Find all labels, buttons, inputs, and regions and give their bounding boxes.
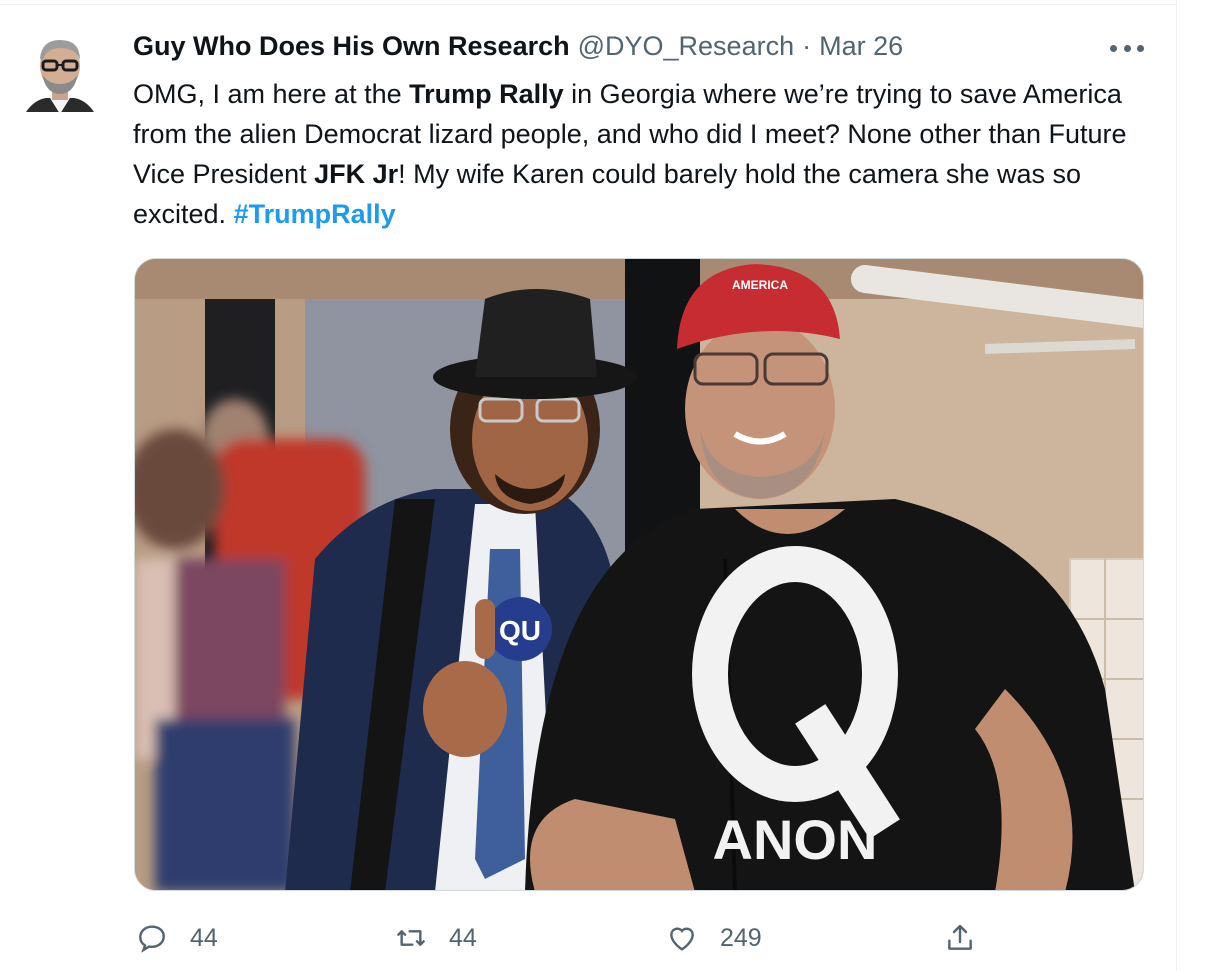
- tweet[interactable]: Guy Who Does His Own Research @DYO_Resea…: [0, 0, 1176, 971]
- cap-text: AMERICA: [732, 278, 788, 292]
- retweet-button[interactable]: 44: [395, 914, 477, 962]
- like-button[interactable]: 249: [666, 914, 762, 962]
- retweet-icon: [397, 930, 425, 946]
- header-separator: ·: [802, 31, 812, 61]
- reply-icon: [139, 925, 165, 953]
- text-part-1: OMG, I am here at the: [133, 79, 410, 109]
- author-name[interactable]: Guy Who Does His Own Research: [133, 31, 570, 62]
- tweet-actions: 44 44 249: [0, 914, 1176, 962]
- timeline-right-border: [1176, 0, 1177, 971]
- avatar[interactable]: [24, 28, 96, 124]
- reply-button[interactable]: 44: [136, 914, 218, 962]
- like-icon: [670, 927, 694, 951]
- like-count: 249: [720, 923, 762, 952]
- share-icon: [948, 924, 972, 950]
- text-bold-trump-rally: Trump Rally: [409, 79, 564, 109]
- tweet-photo[interactable]: QU ANON AMERICA: [134, 258, 1144, 891]
- reply-count: 44: [190, 923, 218, 952]
- tweet-date[interactable]: Mar 26: [819, 31, 903, 62]
- campaign-button-text: QU: [499, 615, 541, 646]
- tweet-text: OMG, I am here at the Trump Rally in Geo…: [133, 74, 1143, 234]
- shirt-text: ANON: [713, 808, 878, 871]
- tweet-header: Guy Who Does His Own Research @DYO_Resea…: [133, 31, 903, 67]
- text-bold-jfk-jr: JFK Jr: [314, 159, 399, 189]
- more-options-icon[interactable]: [1110, 40, 1144, 56]
- share-button[interactable]: [944, 914, 976, 962]
- retweet-count: 44: [449, 923, 477, 952]
- author-handle[interactable]: @DYO_Research: [578, 31, 795, 62]
- hashtag-link[interactable]: #TrumpRally: [234, 199, 396, 229]
